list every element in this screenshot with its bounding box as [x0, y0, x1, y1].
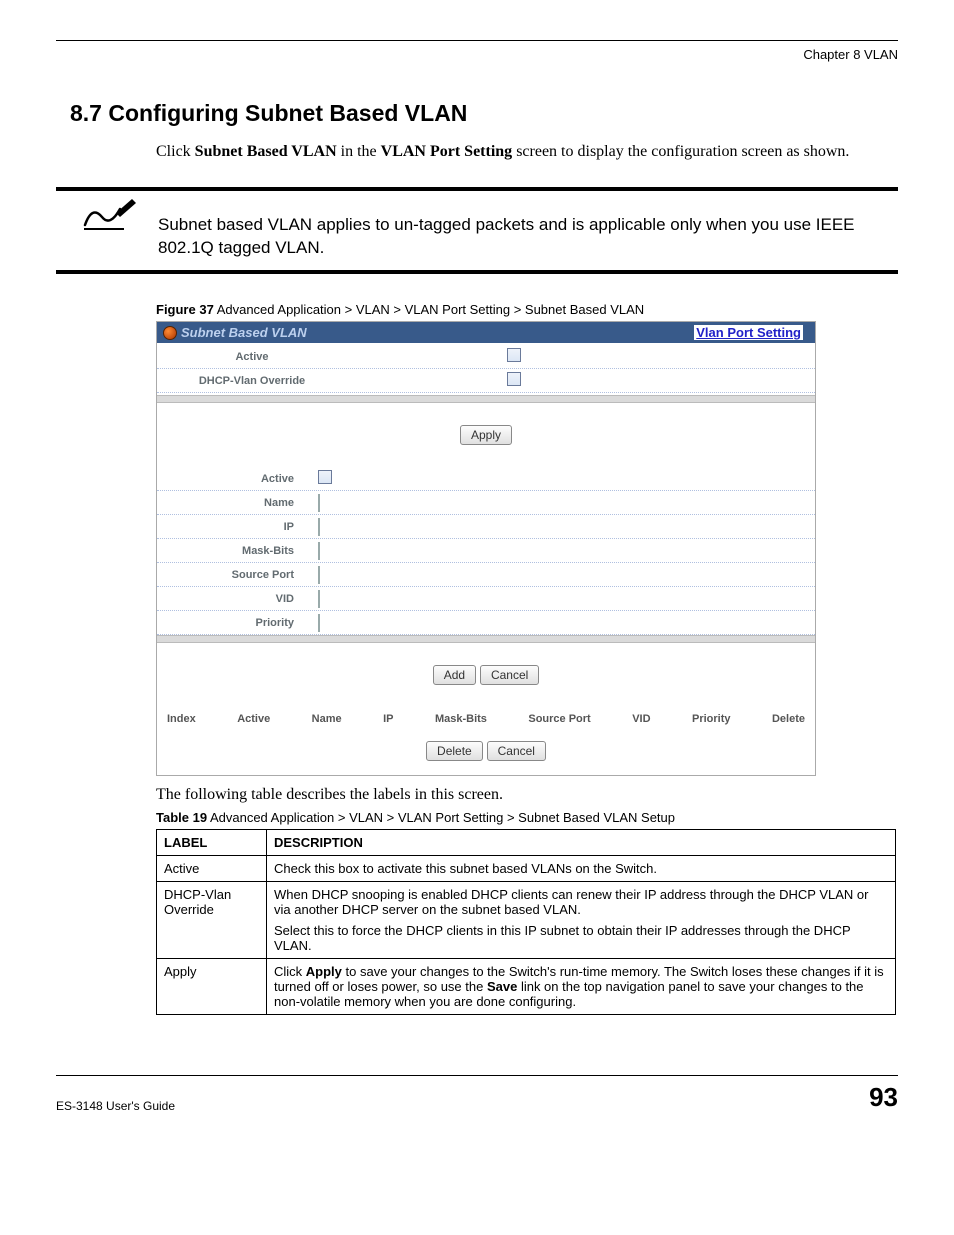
checkbox-entry-active[interactable]: [318, 470, 332, 484]
intro-bold1: Subnet Based VLAN: [195, 143, 337, 160]
figure-label: Figure 37: [156, 302, 214, 317]
form-add-entry: Active Name IP Mask-Bits Source Port VID…: [157, 467, 815, 635]
input-priority[interactable]: [318, 614, 320, 632]
table-caption: Table 19 Advanced Application > VLAN > V…: [156, 810, 898, 825]
label-dhcp-override: DHCP-Vlan Override: [157, 375, 347, 387]
note-text: Subnet based VLAN applies to un-tagged p…: [158, 201, 898, 261]
screenshot-panel: Subnet Based VLAN Vlan Port Setting Acti…: [156, 321, 816, 776]
figure-caption: Figure 37 Advanced Application > VLAN > …: [156, 302, 898, 317]
note-top-rule: [56, 187, 898, 191]
th-priority: Priority: [692, 713, 731, 725]
label-maskbits: Mask-Bits: [157, 545, 312, 557]
section-title: 8.7 Configuring Subnet Based VLAN: [70, 100, 898, 127]
chapter-header: Chapter 8 VLAN: [56, 47, 898, 68]
add-button[interactable]: Add: [433, 665, 476, 685]
apply-button[interactable]: Apply: [460, 425, 512, 445]
th-maskbits: Mask-Bits: [435, 713, 487, 725]
cancel-button[interactable]: Cancel: [480, 665, 539, 685]
row1-label: DHCP-Vlan Override: [157, 882, 267, 959]
vlan-port-setting-link[interactable]: Vlan Port Setting: [694, 325, 803, 340]
label-priority: Priority: [157, 617, 312, 629]
row2-pre: Click: [274, 964, 306, 979]
intro-bold2: VLAN Port Setting: [381, 143, 513, 160]
label-vid: VID: [157, 593, 312, 605]
th-vid: VID: [632, 713, 650, 725]
top-rule: [56, 40, 898, 41]
input-name[interactable]: [318, 494, 320, 512]
table-row: Active Check this box to activate this s…: [157, 856, 896, 882]
th-description: DESCRIPTION: [267, 830, 896, 856]
form-global-settings: Active DHCP-Vlan Override: [157, 343, 815, 395]
row0-label: Active: [157, 856, 267, 882]
divider2: [157, 635, 815, 643]
table-label: Table 19: [156, 810, 207, 825]
footer-page-number: 93: [869, 1082, 898, 1113]
row2-b2: Save: [487, 979, 517, 994]
divider: [157, 395, 815, 403]
intro-pre: Click: [156, 143, 195, 160]
description-table: LABEL DESCRIPTION Active Check this box …: [156, 829, 896, 1015]
intro-mid: in the: [337, 143, 381, 160]
panel-title: Subnet Based VLAN: [181, 325, 307, 340]
checkbox-dhcp-override[interactable]: [507, 372, 521, 386]
row1-desc: When DHCP snooping is enabled DHCP clien…: [267, 882, 896, 959]
footer-guide: ES-3148 User's Guide: [56, 1099, 175, 1113]
row2-b1: Apply: [306, 964, 342, 979]
panel-titlebar: Subnet Based VLAN Vlan Port Setting: [157, 322, 815, 343]
cancel-button-2[interactable]: Cancel: [487, 741, 546, 761]
row2-desc: Click Apply to save your changes to the …: [267, 959, 896, 1015]
intro-paragraph: Click Subnet Based VLAN in the VLAN Port…: [156, 141, 898, 163]
page-footer: ES-3148 User's Guide 93: [56, 1075, 898, 1113]
figure-caption-text: Advanced Application > VLAN > VLAN Port …: [214, 302, 644, 317]
label-ip: IP: [157, 521, 312, 533]
th-sourceport: Source Port: [528, 713, 590, 725]
row2-label: Apply: [157, 959, 267, 1015]
handwriting-note-icon: [80, 195, 140, 238]
delete-button[interactable]: Delete: [426, 741, 483, 761]
label-active: Active: [157, 351, 347, 363]
note-bottom-rule: [56, 270, 898, 274]
th-index: Index: [167, 713, 196, 725]
row1-p1: When DHCP snooping is enabled DHCP clien…: [274, 887, 888, 917]
note-block: Subnet based VLAN applies to un-tagged p…: [56, 201, 898, 261]
input-vid[interactable]: [318, 590, 320, 608]
table-caption-text: Advanced Application > VLAN > VLAN Port …: [207, 810, 675, 825]
th-label: LABEL: [157, 830, 267, 856]
th-ip: IP: [383, 713, 393, 725]
label-sourceport: Source Port: [157, 569, 312, 581]
table-row: Apply Click Apply to save your changes t…: [157, 959, 896, 1015]
intro-tail: screen to display the configuration scre…: [512, 143, 849, 160]
label-name: Name: [157, 497, 312, 509]
row1-p2: Select this to force the DHCP clients in…: [274, 923, 888, 953]
checkbox-active[interactable]: [507, 348, 521, 362]
row0-p1: Check this box to activate this subnet b…: [274, 861, 888, 876]
row0-desc: Check this box to activate this subnet b…: [267, 856, 896, 882]
post-figure-text: The following table describes the labels…: [156, 786, 898, 804]
input-maskbits[interactable]: [318, 542, 320, 560]
panel-dot-icon: [163, 326, 177, 340]
table-row: DHCP-Vlan Override When DHCP snooping is…: [157, 882, 896, 959]
label-entry-active: Active: [157, 473, 312, 485]
th-delete: Delete: [772, 713, 805, 725]
entries-table-header: Index Active Name IP Mask-Bits Source Po…: [157, 707, 815, 731]
input-ip[interactable]: [318, 518, 320, 536]
th-name: Name: [312, 713, 342, 725]
th-active: Active: [237, 713, 270, 725]
input-sourceport[interactable]: [318, 566, 320, 584]
